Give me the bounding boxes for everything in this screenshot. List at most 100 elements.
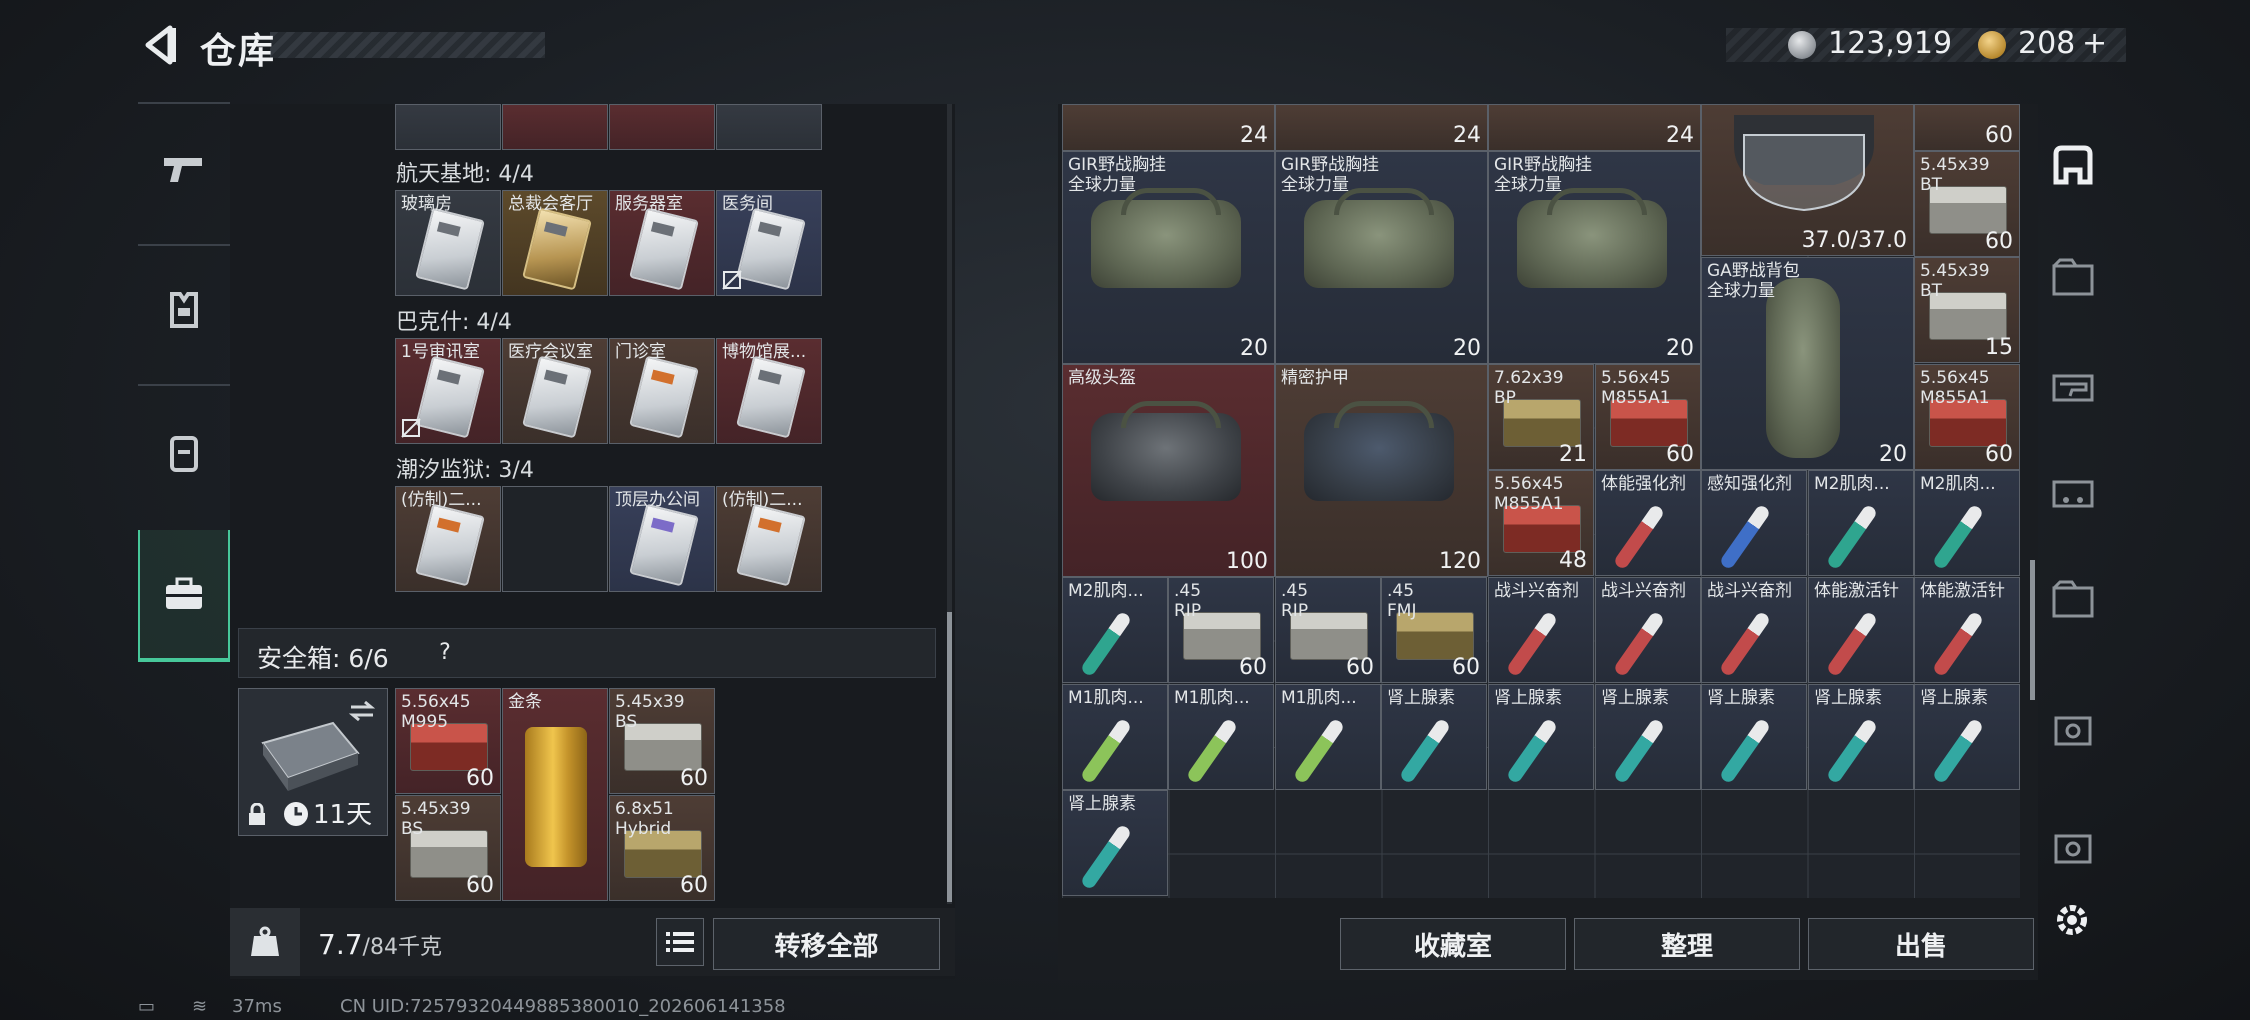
inventory-item[interactable]: GIR野战胸挂 全球力量 20 (1275, 151, 1488, 364)
buy-currency-button[interactable]: + (2082, 26, 2107, 61)
tab-weapons[interactable] (138, 108, 230, 228)
keycard-slot[interactable]: 博物馆展... (716, 338, 822, 444)
inventory-item[interactable]: 5.56x45 M855A1 60 (1914, 364, 2020, 470)
inventory-item[interactable]: M2肌肉... (1808, 470, 1914, 576)
inventory-item[interactable]: GIR野战胸挂 全球力量 20 (1488, 151, 1701, 364)
collection-room-button[interactable]: 收藏室 (1340, 918, 1566, 970)
keycard-slot[interactable] (609, 104, 715, 150)
inventory-item[interactable]: 精密护甲 120 (1275, 364, 1488, 577)
item-name: 服务器室 (615, 194, 683, 214)
keycard-slot[interactable]: 玻璃房 (395, 190, 501, 296)
helmet-item[interactable]: 37.0/37.0 (1701, 104, 1914, 256)
keycard-slot[interactable]: 服务器室 (609, 190, 715, 296)
inventory-item[interactable]: 60 (1914, 104, 2020, 151)
gold-coin-icon (1978, 31, 2006, 59)
keycard-slot[interactable] (502, 104, 608, 150)
wifi-icon: ≋ (192, 996, 208, 1017)
inventory-item[interactable]: 肾上腺素 (1701, 684, 1807, 790)
inventory-item[interactable]: 金条 (502, 688, 608, 901)
inventory-item[interactable]: M1肌肉... (1062, 684, 1168, 790)
case-folder-icon[interactable] (2048, 252, 2098, 302)
case-cart-icon[interactable] (2048, 466, 2098, 516)
tab-safe-case[interactable] (138, 530, 230, 662)
case-gun-icon[interactable] (2048, 360, 2098, 410)
inventory-item[interactable]: .45 FMJ 60 (1381, 577, 1487, 683)
item-name: 肾上腺素 (1494, 688, 1562, 708)
item-name: 5.45x39 BT (1920, 261, 1990, 301)
item-count: 60 (1985, 229, 2013, 254)
keycard-slot[interactable]: (仿制)二... (716, 486, 822, 592)
keycard-slot[interactable]: 1号审讯室 (395, 338, 501, 444)
inventory-item[interactable]: M1肌肉... (1168, 684, 1274, 790)
inventory-item[interactable]: 战斗兴奋剂 (1701, 577, 1807, 683)
keycard-slot[interactable] (716, 104, 822, 150)
right-scrollbar-thumb[interactable] (2030, 560, 2035, 700)
inventory-item[interactable]: 5.45x39 BS 60 (395, 795, 501, 901)
inventory-item[interactable]: M2肌肉... (1062, 577, 1168, 683)
inventory-item[interactable]: 体能强化剂 (1595, 470, 1701, 576)
keycard-slot[interactable]: 顶层办公间 (609, 486, 715, 592)
case-folder-icon[interactable] (2048, 574, 2098, 624)
back-arrow-icon[interactable] (138, 22, 184, 68)
inventory-item[interactable]: 战斗兴奋剂 (1488, 577, 1594, 683)
inventory-item[interactable]: 6.8x51 Hybrid 60 (609, 795, 715, 901)
clock-icon (284, 802, 308, 826)
inventory-item[interactable]: 24 (1062, 104, 1275, 151)
settings-gear-icon[interactable] (2052, 900, 2092, 940)
inventory-item[interactable]: 7.62x39 BP 21 (1488, 364, 1594, 470)
keycard-slot-empty[interactable] (502, 486, 608, 592)
help-icon[interactable]: ? (431, 639, 459, 667)
transfer-all-button[interactable]: 转移全部 (713, 918, 940, 970)
swap-icon[interactable] (347, 699, 377, 723)
inventory-item[interactable]: M1肌肉... (1275, 684, 1381, 790)
inventory-item[interactable]: 体能激活针 (1808, 577, 1914, 683)
safe-case-slot[interactable]: 11天 (238, 688, 388, 836)
left-scrollbar-thumb[interactable] (947, 612, 952, 902)
inventory-item[interactable]: 5.56x45 M995 60 (395, 688, 501, 794)
keycard-slot[interactable]: 医疗会议室 (502, 338, 608, 444)
inventory-item[interactable]: .45 RIP 60 (1168, 577, 1274, 683)
item-count: 60 (680, 766, 708, 791)
inventory-item[interactable]: 高级头盔 100 (1062, 364, 1275, 577)
case-safe-icon[interactable] (2048, 822, 2098, 872)
stash-grid-icon[interactable] (2048, 140, 2098, 190)
item-name: 肾上腺素 (1814, 688, 1882, 708)
inventory-item[interactable]: 肾上腺素 (1062, 790, 1168, 896)
sell-button[interactable]: 出售 (1808, 918, 2034, 970)
inventory-item[interactable]: .45 RIP 60 (1275, 577, 1381, 683)
inventory-item[interactable]: 肾上腺素 (1488, 684, 1594, 790)
case-safe-icon[interactable] (2048, 704, 2098, 754)
weight-button[interactable] (230, 908, 300, 976)
sort-button[interactable]: 整理 (1574, 918, 1800, 970)
silver-currency-value: 123,919 (1828, 26, 1953, 61)
inventory-item[interactable]: 感知强化剂 (1701, 470, 1807, 576)
keycard-slot[interactable]: (仿制)二... (395, 486, 501, 592)
inventory-item[interactable]: 肾上腺素 (1595, 684, 1701, 790)
inventory-item[interactable]: 肾上腺素 (1381, 684, 1487, 790)
inventory-item[interactable]: 24 (1488, 104, 1701, 151)
item-count: 24 (1453, 123, 1481, 148)
inventory-item[interactable]: 战斗兴奋剂 (1595, 577, 1701, 683)
inventory-item[interactable]: 5.45x39 BT 15 (1914, 257, 2020, 363)
inventory-item[interactable]: 体能激活针 (1914, 577, 2020, 683)
inventory-item[interactable]: 肾上腺素 (1914, 684, 2020, 790)
inventory-item[interactable]: 5.56x45 M855A1 60 (1595, 364, 1701, 470)
inventory-item[interactable]: GIR野战胸挂 全球力量 20 (1062, 151, 1275, 364)
item-name: .45 FMJ (1387, 581, 1417, 621)
list-view-button[interactable] (656, 918, 704, 966)
inventory-item[interactable]: 5.56x45 M855A1 48 (1488, 470, 1594, 576)
inventory-item[interactable]: 5.45x39 BT 60 (1914, 151, 2020, 257)
inventory-item[interactable]: GA野战背包 全球力量 20 (1701, 257, 1914, 470)
tab-armor[interactable] (138, 250, 230, 370)
keycard-slot[interactable]: 医务间 (716, 190, 822, 296)
keycard-slot[interactable]: 门诊室 (609, 338, 715, 444)
keycard-slot[interactable]: 总裁会客厅 (502, 190, 608, 296)
inventory-item[interactable]: 5.45x39 BS 60 (609, 688, 715, 794)
item-name: 5.56x45 M855A1 (1920, 368, 1990, 408)
inventory-item[interactable]: 24 (1275, 104, 1488, 151)
inventory-item[interactable]: M2肌肉... (1914, 470, 2020, 576)
keycard-slot[interactable] (395, 104, 501, 150)
inventory-item[interactable]: 肾上腺素 (1808, 684, 1914, 790)
tab-backpack[interactable] (138, 392, 230, 512)
page-title: 仓库 (200, 31, 277, 72)
